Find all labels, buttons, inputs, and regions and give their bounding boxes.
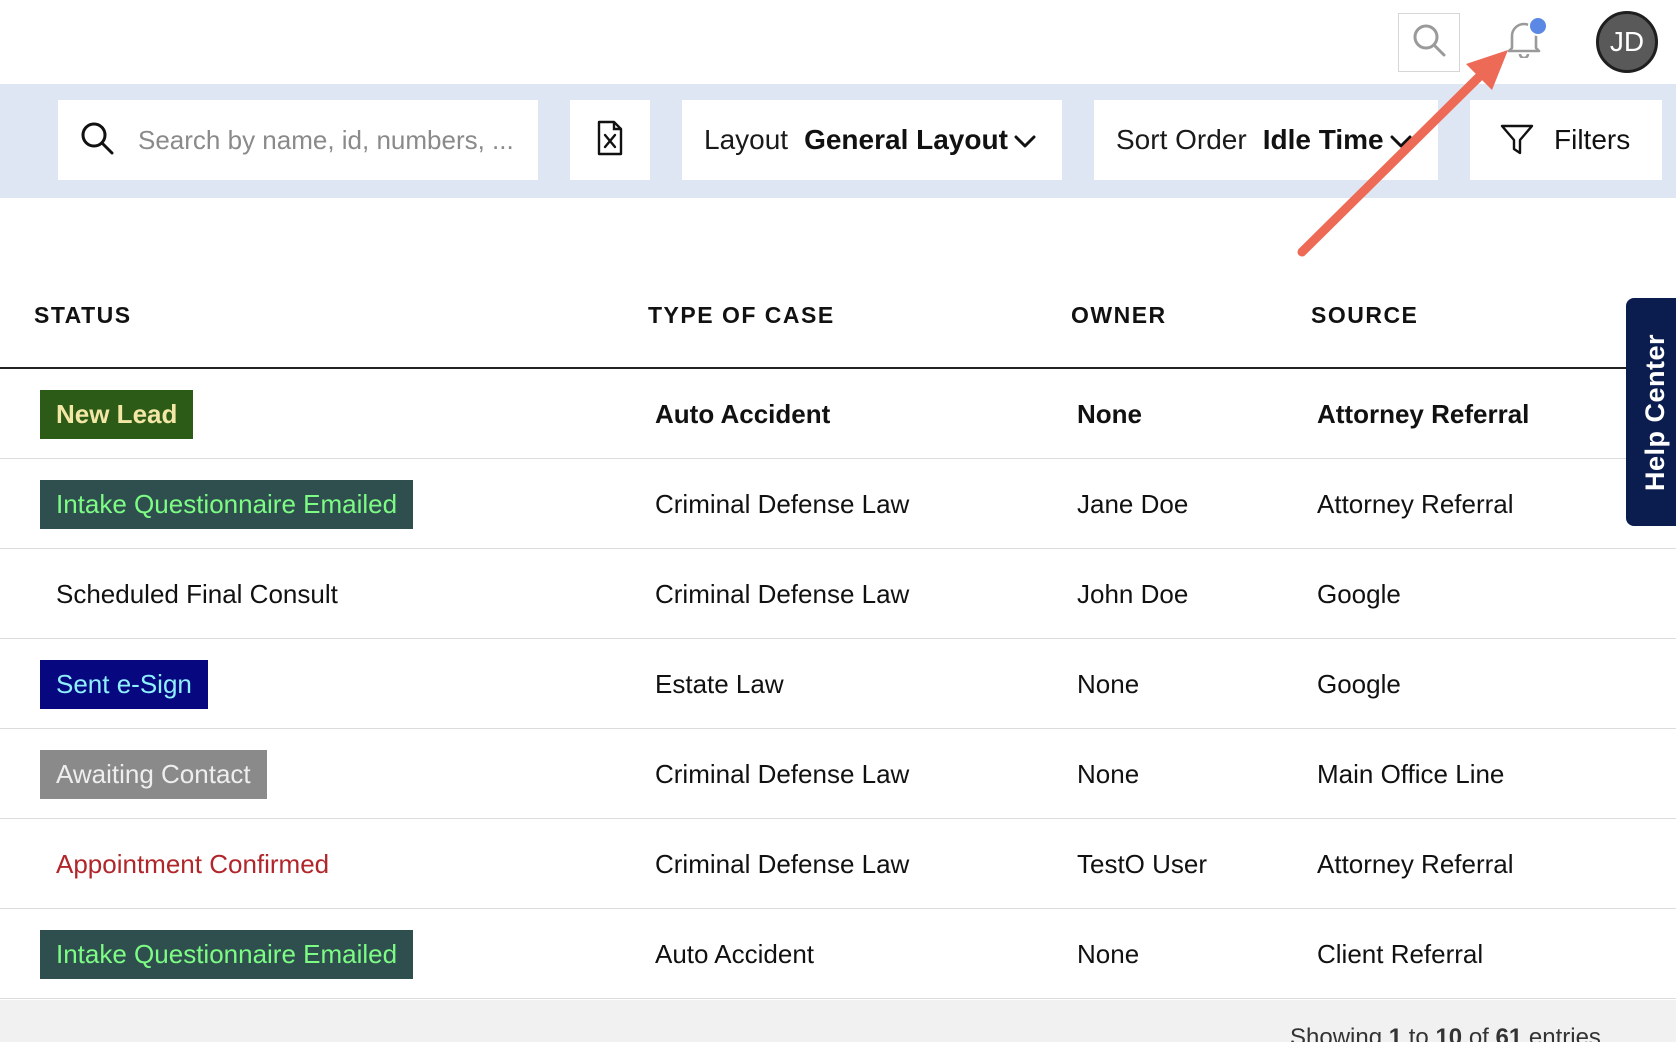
entries-mid-2: of: [1462, 1024, 1496, 1042]
search-box[interactable]: [58, 100, 538, 180]
filter-toolbar: Layout General Layout Sort Order Idle Ti…: [0, 84, 1676, 198]
table-row[interactable]: Intake Questionnaire Emailed Auto Acciden…: [0, 909, 1676, 999]
sort-order-label: Sort Order: [1116, 124, 1247, 155]
source-cell: Attorney Referral: [1317, 488, 1514, 519]
type-of-case-cell: Criminal Defense Law: [655, 848, 910, 879]
source-cell: Client Referral: [1317, 938, 1484, 969]
leads-table: STATUS TYPE OF CASE OWNER SOURCE New Lea…: [0, 264, 1676, 999]
type-of-case-cell: Criminal Defense Law: [655, 488, 910, 519]
avatar[interactable]: JD: [1596, 11, 1658, 73]
table-header: STATUS TYPE OF CASE OWNER SOURCE: [0, 264, 1676, 369]
status-cell: Awaiting Contact: [40, 729, 267, 819]
status-cell: New Lead: [40, 369, 194, 459]
sort-order-value: Idle Time: [1262, 124, 1384, 155]
entries-prefix: Showing: [1290, 1024, 1389, 1042]
status-cell: Scheduled Final Consult: [40, 549, 354, 639]
type-of-case-cell: Criminal Defense Law: [655, 578, 910, 609]
table-row[interactable]: Scheduled Final Consult Criminal Defense …: [0, 549, 1676, 639]
top-bar: JD: [0, 0, 1676, 84]
source-cell: Attorney Referral: [1317, 848, 1514, 879]
chevron-down-icon: [1390, 124, 1412, 156]
source-cell: Google: [1317, 578, 1401, 609]
page: JD Layout General Layout Sort Order Idle…: [0, 0, 1676, 1042]
entries-from: 1: [1388, 1024, 1403, 1042]
table-row[interactable]: Appointment Confirmed Criminal Defense La…: [0, 819, 1676, 909]
table-row[interactable]: Intake Questionnaire Emailed Criminal Def…: [0, 459, 1676, 549]
status-cell: Intake Questionnaire Emailed: [40, 909, 414, 999]
owner-cell: None: [1077, 938, 1140, 969]
search-icon: [1412, 23, 1446, 62]
status-badge: Intake Questionnaire Emailed: [40, 929, 414, 979]
status-cell: Sent e-Sign: [40, 639, 208, 729]
source-cell: Google: [1317, 668, 1401, 699]
status-badge: Scheduled Final Consult: [56, 578, 338, 609]
status-cell: Appointment Confirmed: [40, 819, 345, 909]
export-excel-button[interactable]: [570, 100, 650, 180]
global-search-button[interactable]: [1398, 13, 1460, 72]
entries-summary: Showing 1 to 10 of 61 entries: [1290, 1024, 1601, 1042]
owner-cell: John Doe: [1077, 578, 1189, 609]
filters-button[interactable]: Filters: [1470, 100, 1662, 180]
type-of-case-cell: Auto Accident: [655, 938, 814, 969]
notifications-button[interactable]: [1500, 16, 1548, 64]
entries-to: 10: [1435, 1024, 1463, 1042]
status-badge: Intake Questionnaire Emailed: [40, 479, 414, 529]
entries-mid-1: to: [1402, 1024, 1436, 1042]
search-input[interactable]: [138, 124, 518, 156]
layout-value: General Layout: [804, 124, 1008, 155]
table-row[interactable]: Awaiting Contact Criminal Defense Law None…: [0, 729, 1676, 819]
layout-label: Layout: [704, 124, 789, 155]
owner-cell: TestO User: [1077, 848, 1208, 879]
search-icon: [80, 121, 114, 160]
help-center-tab[interactable]: Help Center: [1626, 298, 1676, 526]
owner-cell: None: [1077, 758, 1140, 789]
status-cell: Intake Questionnaire Emailed: [40, 459, 414, 549]
owner-cell: None: [1077, 398, 1142, 429]
owner-cell: None: [1077, 668, 1140, 699]
notification-dot: [1528, 16, 1548, 36]
sort-order-dropdown[interactable]: Sort Order Idle Time: [1094, 100, 1438, 180]
chevron-down-icon: [1014, 124, 1036, 156]
status-badge: New Lead: [40, 389, 194, 439]
type-of-case-cell: Auto Accident: [655, 398, 831, 429]
column-header-type-of-case[interactable]: TYPE OF CASE: [648, 302, 835, 329]
status-badge: Sent e-Sign: [40, 659, 208, 709]
column-header-source[interactable]: SOURCE: [1311, 302, 1418, 329]
owner-cell: Jane Doe: [1077, 488, 1189, 519]
table-body: New Lead Auto Accident None Attorney Referr…: [0, 369, 1676, 999]
entries-total: 61: [1495, 1024, 1523, 1042]
layout-dropdown[interactable]: Layout General Layout: [682, 100, 1062, 180]
status-badge: Appointment Confirmed: [56, 848, 330, 879]
help-center-label: Help Center: [1640, 333, 1671, 491]
column-header-owner[interactable]: OWNER: [1071, 302, 1167, 329]
table-row[interactable]: New Lead Auto Accident None Attorney Referr…: [0, 369, 1676, 459]
excel-file-icon: [596, 120, 624, 161]
source-cell: Attorney Referral: [1317, 398, 1530, 429]
table-row[interactable]: Sent e-Sign Estate Law None Google: [0, 639, 1676, 729]
entries-suffix: entries: [1522, 1024, 1601, 1042]
source-cell: Main Office Line: [1317, 758, 1505, 789]
type-of-case-cell: Criminal Defense Law: [655, 758, 910, 789]
filter-funnel-icon: [1500, 124, 1534, 156]
column-header-status[interactable]: STATUS: [34, 302, 132, 329]
type-of-case-cell: Estate Law: [655, 668, 784, 699]
filters-label: Filters: [1554, 124, 1631, 155]
status-badge: Awaiting Contact: [40, 749, 267, 799]
